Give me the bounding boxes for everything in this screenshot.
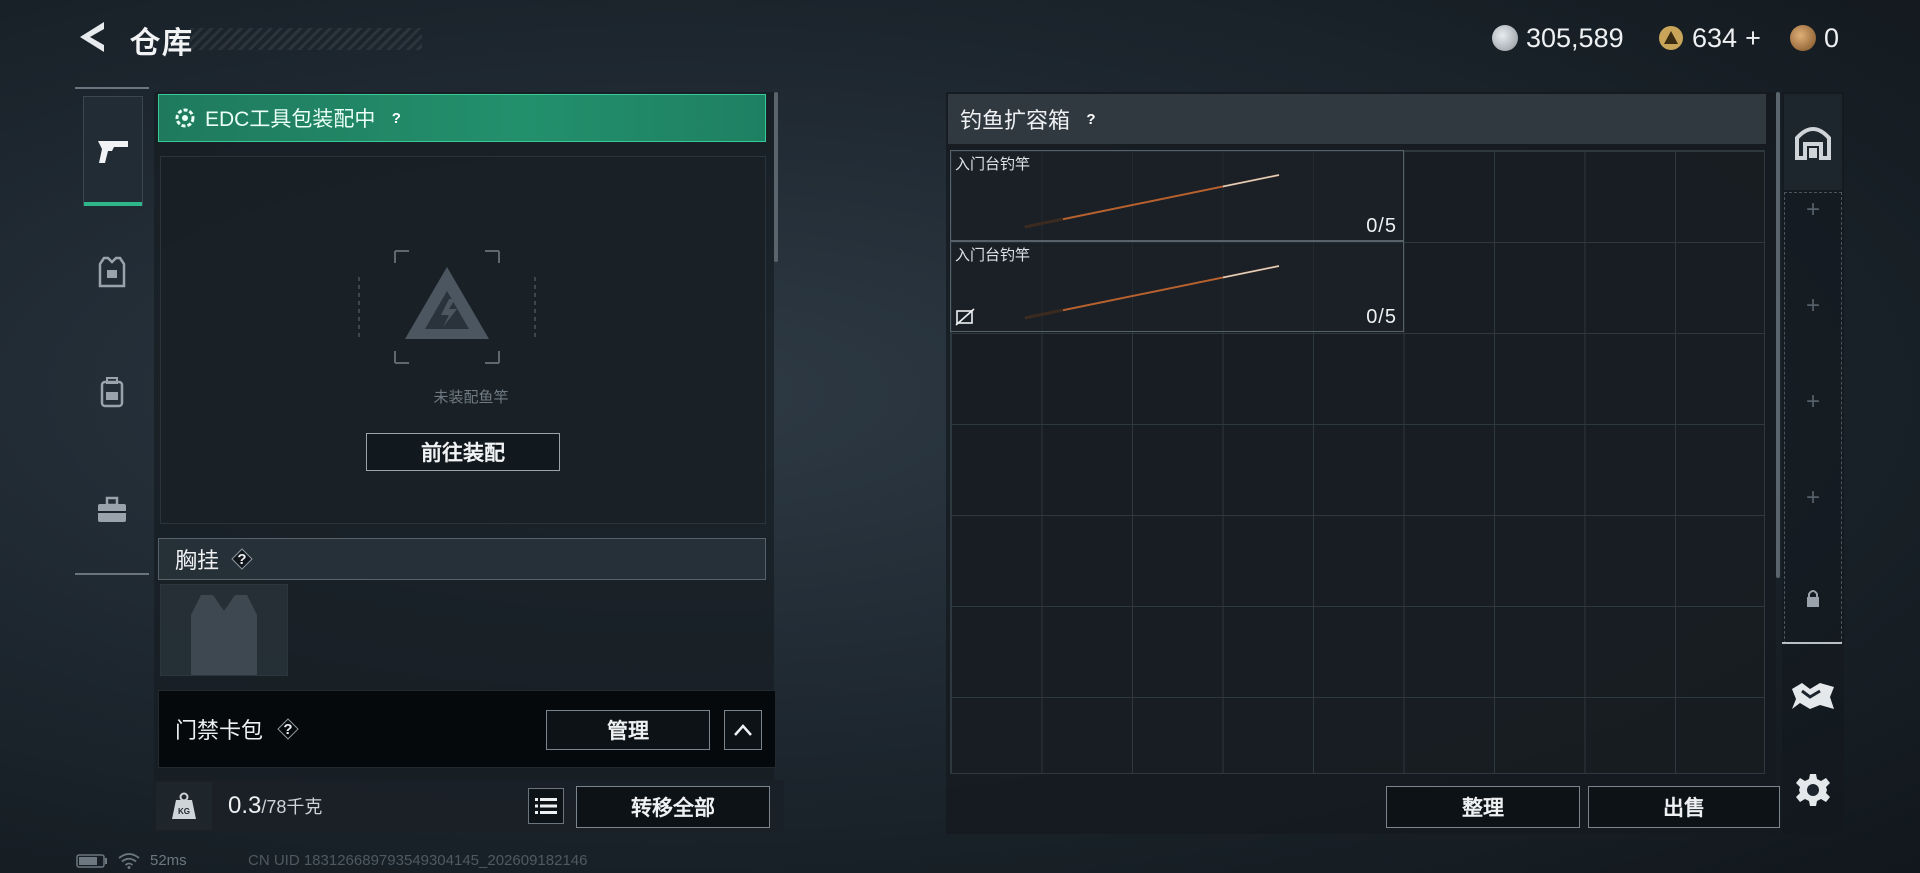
chest-rig-header: 胸挂 ? <box>158 538 766 580</box>
settings-gear-icon <box>1796 774 1830 806</box>
fishing-rod-icon <box>1024 265 1280 320</box>
keycard-wallet-label: 门禁卡包 <box>175 718 264 743</box>
chest-rig-slot[interactable] <box>160 584 288 676</box>
gold-amount: 634 <box>1692 22 1738 53</box>
collapse-button[interactable] <box>724 710 762 750</box>
page-title: 仓库 <box>130 27 194 60</box>
ping-readout: 52ms <box>150 852 187 869</box>
user-id: CN UID 1831266897935493041​45_2026091​82… <box>248 852 588 869</box>
edc-status-label: EDC工具包装配中 <box>205 108 376 131</box>
list-icon <box>535 798 557 814</box>
backpack-icon <box>100 377 124 408</box>
container-nav-divider <box>1782 642 1842 644</box>
help-mark: ? <box>283 720 293 738</box>
fishing-box-header: 钓鱼扩容箱 ? <box>948 94 1766 144</box>
weight-current: 0.3 <box>228 792 262 819</box>
help-mark: ? <box>237 550 247 568</box>
inventory-item-fishing-rod[interactable]: 入门台钓竿 0/5 <box>950 150 1404 241</box>
map-button[interactable] <box>1784 676 1842 716</box>
manage-button[interactable]: 管理 <box>546 710 710 750</box>
list-view-button[interactable] <box>528 788 564 824</box>
settings-button[interactable] <box>1784 766 1842 814</box>
status-bar: 52ms <box>76 852 187 869</box>
item-durability-count: 0/5 <box>1366 215 1397 237</box>
fishing-box-title: 钓鱼扩容箱 <box>960 108 1071 133</box>
kg-weight-icon: KG <box>172 792 196 819</box>
back-arrow-icon <box>80 22 104 52</box>
map-icon <box>1792 683 1834 709</box>
chest-rig-label: 胸挂 <box>175 548 220 573</box>
toolbox-icon <box>98 496 126 522</box>
empty-slot-label: 未装配鱼竿 <box>433 389 509 406</box>
fishing-rod-icon <box>1024 174 1280 229</box>
empty-slot-frame <box>358 250 536 364</box>
chest-rig-placeholder-icon <box>191 595 257 675</box>
gold-triangle-coin-icon <box>1659 26 1683 50</box>
help-icon[interactable]: ? <box>231 548 253 570</box>
back-button[interactable] <box>74 18 112 56</box>
loadout-scrollbar[interactable] <box>774 92 778 262</box>
inventory-item-fishing-rod[interactable]: 入门台钓竿 0/5 <box>950 241 1404 332</box>
edc-status-bar[interactable]: EDC工具包装配中 ? <box>158 94 766 142</box>
add-container-slot[interactable]: + <box>1784 450 1842 546</box>
weight-icon-box: KG <box>156 782 212 830</box>
item-name: 入门台钓竿 <box>955 156 1031 173</box>
nav-weapon-tab[interactable] <box>83 96 143 206</box>
lock-icon <box>1807 590 1819 607</box>
transfer-all-button[interactable]: 转移全部 <box>576 786 770 828</box>
help-icon[interactable]: ? <box>277 718 299 740</box>
weight-capacity: /78千克 <box>261 797 323 817</box>
broken-status-icon <box>955 308 975 326</box>
pistol-icon <box>98 141 128 163</box>
currency-bronze: 0 <box>1790 20 1839 56</box>
nav-divider <box>75 573 149 575</box>
gear-badge-icon <box>175 108 195 128</box>
add-container-slot[interactable]: + <box>1784 258 1842 354</box>
item-name: 入门台钓竿 <box>955 247 1031 264</box>
gold-add-icon[interactable]: + <box>1745 23 1761 54</box>
armor-vest-icon <box>98 256 126 288</box>
add-container-slot[interactable]: + <box>1784 162 1842 258</box>
currency-silver: 305,589 <box>1492 20 1624 56</box>
help-icon[interactable]: ? <box>385 107 407 129</box>
battery-icon <box>76 853 107 868</box>
nav-divider <box>75 87 149 89</box>
bronze-amount: 0 <box>1824 22 1840 53</box>
currency-gold[interactable]: 634 + <box>1658 20 1761 56</box>
stash-icon <box>1795 127 1831 160</box>
weight-readout: 0.3/78千克 <box>228 792 322 820</box>
nav-armor-tab[interactable] <box>83 218 141 326</box>
bronze-coin-icon <box>1790 25 1816 51</box>
silver-amount: 305,589 <box>1526 22 1624 53</box>
goto-equip-button[interactable]: 前往装配 <box>366 433 560 471</box>
help-icon[interactable]: ? <box>1080 108 1102 130</box>
locked-container-slot[interactable] <box>1784 550 1842 646</box>
chevron-up-icon <box>734 724 752 736</box>
wifi-icon <box>118 852 140 869</box>
nav-backpack-tab[interactable] <box>83 338 141 446</box>
silver-coin-icon <box>1492 25 1518 51</box>
sell-button[interactable]: 出售 <box>1588 786 1780 828</box>
title-decoration <box>190 28 422 50</box>
sort-button[interactable]: 整理 <box>1386 786 1580 828</box>
nav-toolbox-tab[interactable] <box>83 456 141 564</box>
fishing-box-scrollbar[interactable] <box>1776 92 1780 578</box>
svg-text:KG: KG <box>178 807 190 816</box>
item-durability-count: 0/5 <box>1366 306 1397 328</box>
add-container-slot[interactable]: + <box>1784 354 1842 450</box>
